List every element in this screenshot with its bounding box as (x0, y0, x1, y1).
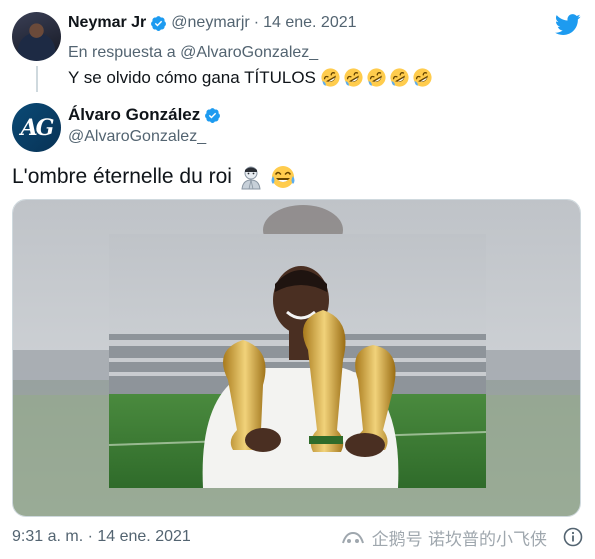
tweet-media-image[interactable] (12, 199, 581, 517)
tweet-timestamp[interactable]: 9:31 a. m. · 14 ene. 2021 (12, 528, 191, 546)
main-author-name-row: Álvaro González (68, 105, 225, 125)
main-author-name[interactable]: Álvaro González (68, 105, 200, 125)
main-tweet[interactable]: AG Álvaro González @AlvaroGonzalez_ L'om… (0, 95, 595, 559)
reply-tweet[interactable]: Neymar Jr @neymarjr · 14 ene. 2021 En re… (0, 0, 595, 95)
reply-tweet-text: Y se olvido cómo gana TÍTULOS (68, 67, 435, 88)
penguin-logo-icon (341, 531, 364, 543)
neymar-avatar[interactable] (12, 12, 61, 61)
reply-to-mention[interactable]: @AlvaroGonzalez_ (180, 44, 318, 61)
header-separator: · (253, 14, 260, 31)
twitter-bird-icon[interactable] (555, 14, 581, 36)
verified-badge-icon (151, 15, 167, 31)
watermark-text: 企鹅号 诺坎普的小飞侠 (371, 530, 547, 550)
reply-to-line: En respuesta a @AlvaroGonzalez_ (68, 44, 318, 62)
alvaro-avatar[interactable]: AG (12, 103, 61, 152)
rolling-on-floor-laughing-icon (321, 68, 340, 87)
watermark: 企鹅号 诺坎普的小飞侠 (340, 525, 547, 550)
thread-connector-line (36, 66, 38, 92)
main-text-body: L'ombre éternelle du roi (12, 165, 232, 188)
verified-badge-icon (205, 107, 221, 123)
reply-emoji-row (320, 67, 435, 88)
inner-photo-frame (108, 234, 487, 488)
main-author-handle[interactable]: @AlvaroGonzalez_ (68, 128, 206, 146)
reply-text-body: Y se olvido cómo gana TÍTULOS (68, 67, 316, 87)
rolling-on-floor-laughing-icon (344, 68, 363, 87)
rolling-on-floor-laughing-icon (413, 68, 432, 87)
rolling-on-floor-laughing-icon (390, 68, 409, 87)
face-with-tears-of-joy-icon (271, 166, 295, 188)
stadium-photo-illustration (13, 200, 580, 516)
reply-author-handle[interactable]: @neymarjr (171, 14, 249, 32)
reply-tweet-header: Neymar Jr @neymarjr · 14 ene. 2021 (68, 14, 357, 32)
ghost-person-emoji-icon (241, 166, 261, 190)
rolling-on-floor-laughing-icon (367, 68, 386, 87)
reply-date[interactable]: 14 ene. 2021 (263, 14, 356, 32)
avatar-logo-initials: AG (20, 114, 55, 141)
info-icon[interactable] (563, 527, 583, 547)
main-tweet-text: L'ombre éternelle du roi (12, 164, 296, 190)
reply-to-prefix: En respuesta a (68, 44, 176, 61)
reply-author-name[interactable]: Neymar Jr (68, 14, 146, 32)
